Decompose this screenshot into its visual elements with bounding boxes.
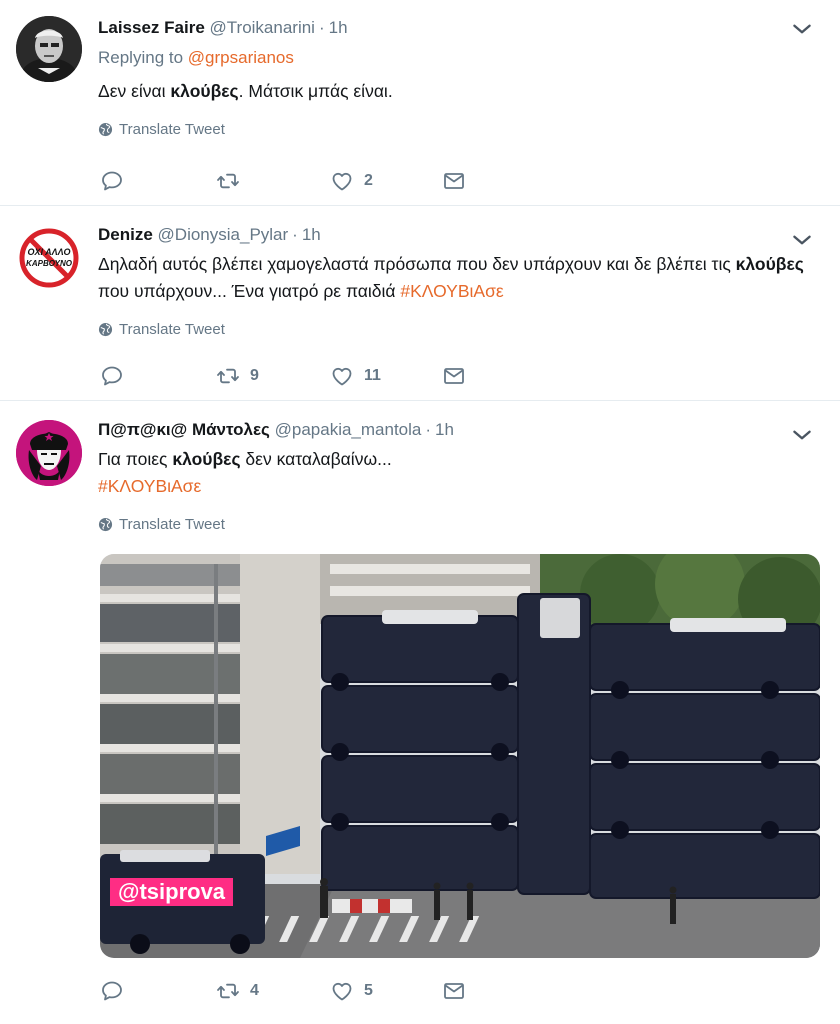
timestamp[interactable]: 1h	[329, 18, 348, 37]
timestamp[interactable]: 1h	[302, 225, 321, 244]
globe-icon	[98, 517, 113, 532]
avatar[interactable]	[16, 420, 82, 486]
separator-dot: ·	[318, 18, 325, 37]
reply-icon	[100, 169, 124, 193]
message-button[interactable]	[442, 976, 466, 1006]
tweet-1[interactable]: Laissez Faire @Troikanarini · 1h Replying …	[0, 0, 840, 206]
translate-label[interactable]: Translate Tweet	[119, 321, 225, 338]
reply-button[interactable]	[100, 166, 134, 196]
like-count: 5	[364, 982, 373, 999]
tweet-text: Δηλαδή αυτός βλέπει χαμογελαστά πρόσωπα …	[98, 251, 824, 305]
chevron-down-icon[interactable]	[788, 422, 816, 448]
action-bar: 9 11	[100, 361, 500, 391]
like-icon	[330, 169, 354, 193]
translate-label[interactable]: Translate Tweet	[119, 121, 225, 138]
retweet-icon	[216, 364, 240, 388]
translate-tweet[interactable]: Translate Tweet	[98, 514, 824, 534]
like-button[interactable]: 2	[330, 166, 373, 196]
display-name[interactable]: Denize	[98, 225, 153, 244]
replying-to-label: Replying to	[98, 48, 188, 67]
separator-dot: ·	[292, 225, 298, 244]
text-part: Δεν είναι	[98, 81, 171, 101]
hashtag-link[interactable]: #ΚΛΟΥΒιΑσε	[98, 476, 201, 496]
retweet-button[interactable]: 4	[216, 976, 259, 1006]
chevron-down-icon[interactable]	[788, 227, 816, 253]
tweet-3[interactable]: Π@π@κι@ Μάντολες @papakia_mantola · 1h Για…	[0, 402, 840, 1024]
message-button[interactable]	[442, 361, 466, 391]
tweet-2[interactable]: ΟΧΙ ΑΛΛΟ ΚΑΡΒΟΥΝΟ Denize @Dionysia_Pylar…	[0, 207, 840, 401]
tweet-header: Laissez Faire @Troikanarini · 1h	[98, 16, 824, 40]
message-icon	[442, 169, 466, 193]
text-part: . Μάτσικ μπάς είναι.	[238, 81, 393, 101]
photo-watermark: @tsiprova	[110, 878, 234, 906]
translate-tweet[interactable]: Translate Tweet	[98, 119, 824, 139]
globe-icon	[98, 122, 113, 137]
retweet-count: 4	[250, 982, 259, 999]
tweet-text: Για ποιες κλούβες δεν καταλαβαίνω... #ΚΛ…	[98, 446, 824, 500]
text-part: Για ποιες	[98, 449, 173, 469]
avatar-text-top: ΟΧΙ ΑΛΛΟ	[28, 247, 71, 257]
reply-icon	[100, 364, 124, 388]
reply-button[interactable]	[100, 976, 134, 1006]
separator-dot: ·	[425, 420, 432, 439]
text-part: που υπάρχουν... Ένα γιατρό ρε παιδιά	[98, 281, 401, 301]
reply-icon	[100, 979, 124, 1003]
like-icon	[330, 979, 354, 1003]
text-part: Δηλαδή αυτός βλέπει χαμογελαστά πρόσωπα …	[98, 254, 736, 274]
translate-tweet[interactable]: Translate Tweet	[98, 319, 824, 339]
avatar-image	[16, 420, 82, 486]
action-bar: 2	[100, 166, 500, 196]
translate-label[interactable]: Translate Tweet	[119, 516, 225, 533]
message-icon	[442, 364, 466, 388]
timestamp[interactable]: 1h	[435, 420, 454, 439]
reply-button[interactable]	[100, 361, 134, 391]
avatar-image: ΟΧΙ ΑΛΛΟ ΚΑΡΒΟΥΝΟ	[16, 225, 82, 291]
message-icon	[442, 979, 466, 1003]
text-part: δεν καταλαβαίνω...	[240, 449, 392, 469]
like-count: 11	[364, 367, 381, 384]
globe-icon	[98, 322, 113, 337]
like-count: 2	[364, 172, 373, 189]
action-bar: 4 5	[100, 976, 500, 1006]
retweet-icon	[216, 979, 240, 1003]
replying-to: Replying to @grpsarianos	[98, 46, 824, 70]
like-icon	[330, 364, 354, 388]
avatar-image	[16, 16, 82, 82]
avatar-text-bottom: ΚΑΡΒΟΥΝΟ	[26, 259, 73, 268]
highlight-keyword: κλούβες	[170, 81, 239, 101]
tweet-photo[interactable]: @tsiprova	[100, 554, 820, 958]
message-button[interactable]	[442, 166, 466, 196]
user-handle[interactable]: @papakia_mantola	[275, 420, 422, 439]
tweet-text: Δεν είναι κλούβες. Μάτσικ μπάς είναι.	[98, 78, 824, 105]
highlight-keyword: κλούβες	[172, 449, 241, 469]
retweet-button[interactable]: 9	[216, 361, 259, 391]
highlight-keyword: κλούβες	[735, 254, 804, 274]
retweet-button[interactable]	[216, 166, 250, 196]
retweet-count: 9	[250, 367, 259, 384]
chevron-down-icon[interactable]	[788, 16, 816, 42]
display-name[interactable]: Laissez Faire	[98, 18, 205, 37]
user-handle[interactable]: @Dionysia_Pylar	[158, 225, 289, 244]
tweet-header: Denize @Dionysia_Pylar · 1h	[98, 223, 824, 247]
user-handle[interactable]: @Troikanarini	[210, 18, 315, 37]
tweet-header: Π@π@κι@ Μάντολες @papakia_mantola · 1h	[98, 418, 824, 442]
hashtag-link[interactable]: #ΚΛΟΥΒιΑσε	[400, 281, 503, 301]
like-button[interactable]: 11	[330, 361, 381, 391]
display-name[interactable]: Π@π@κι@ Μάντολες	[98, 420, 270, 439]
replying-to-link[interactable]: @grpsarianos	[188, 48, 294, 67]
avatar[interactable]: ΟΧΙ ΑΛΛΟ ΚΑΡΒΟΥΝΟ	[16, 225, 82, 291]
avatar[interactable]	[16, 16, 82, 82]
retweet-icon	[216, 169, 240, 193]
like-button[interactable]: 5	[330, 976, 373, 1006]
